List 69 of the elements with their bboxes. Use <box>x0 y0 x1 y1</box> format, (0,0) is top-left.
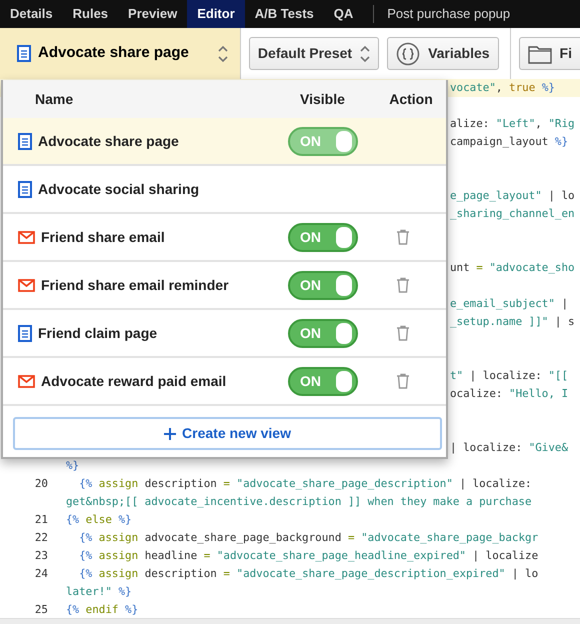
code-line: vocate", true %} <box>450 81 555 94</box>
code-line: later!" %} <box>66 585 132 598</box>
view-list-item[interactable]: Friend share email reminder ON <box>3 262 446 310</box>
column-header: Action <box>389 90 433 108</box>
create-view-button[interactable]: Create new view <box>13 417 442 450</box>
page-icon <box>17 45 31 62</box>
envelope-icon <box>18 230 35 244</box>
line-number: 21 <box>34 512 48 528</box>
code-line: {% assign description = "advocate_share_page_description_expired" | lo <box>78 567 538 580</box>
line-number: 22 <box>34 530 48 546</box>
code-line: {% else %} <box>66 513 132 526</box>
trash-icon[interactable] <box>396 229 410 245</box>
code-line: alize: "Left", "Rig <box>450 117 575 130</box>
code-line: get&nbsp;[[ advocate_incentive.description ]] when they make a purchase <box>66 495 532 508</box>
code-line: t" | localize: "[[ <box>450 369 568 382</box>
variables-button[interactable]: Variables <box>387 37 499 70</box>
code-line: {% assign headline = "advocate_share_page_headline_expired" | localize <box>78 549 538 562</box>
code-line: ocalize: "Hello, I <box>450 387 568 400</box>
trash-icon[interactable] <box>396 325 410 341</box>
trash-icon[interactable] <box>396 373 410 389</box>
line-number: 24 <box>34 566 48 582</box>
code-line: e_email_subject" | <box>450 297 568 310</box>
plus-icon <box>164 428 176 440</box>
code-line: {% assign advocate_share_page_background = "advocate_share_page_backgr <box>78 531 538 544</box>
code-line: _setup.name ]]" | s <box>450 315 575 328</box>
sort-caret-icon <box>218 44 228 62</box>
code-line: {% assign description = "advocate_share_page_description" | localize: <box>78 477 532 490</box>
sort-caret-icon <box>360 44 370 62</box>
files-button[interactable]: Fi <box>518 37 580 70</box>
envelope-icon <box>18 278 35 292</box>
view-list-item[interactable]: Advocate reward paid email ON <box>3 358 446 406</box>
view-name: Advocate social sharing <box>38 180 200 199</box>
code-line: %} <box>66 459 80 472</box>
view-name: Advocate reward paid email <box>41 372 226 391</box>
nav-tab[interactable]: Editor <box>187 0 245 28</box>
nav-tab[interactable]: A/B Tests <box>244 0 324 28</box>
code-line: | localize: "Give& <box>450 441 568 454</box>
line-number: 20 <box>34 476 48 492</box>
view-name: Friend claim page <box>38 324 158 343</box>
nav-tab[interactable]: Rules <box>62 0 118 28</box>
nav-tab[interactable]: QA <box>324 0 364 28</box>
column-header: Visible <box>300 90 345 106</box>
view-list-item[interactable]: Friend claim page ON <box>3 310 446 358</box>
page-icon <box>18 180 32 198</box>
envelope-icon <box>18 374 35 388</box>
code-line: {% endif %} <box>66 603 138 616</box>
nav-tab[interactable]: Details <box>0 0 63 28</box>
trash-icon[interactable] <box>396 277 410 293</box>
view-selector[interactable]: Advocate share page <box>0 28 241 80</box>
code-line: _sharing_channel_en <box>450 207 575 220</box>
page-title: Post purchase popup <box>387 5 510 24</box>
column-header: Name <box>35 90 74 108</box>
line-number: 23 <box>34 548 48 564</box>
view-name: Friend share email reminder <box>41 276 229 294</box>
view-list-item[interactable]: Friend share email ON <box>3 214 446 262</box>
line-number: 25 <box>34 602 48 618</box>
braces-icon <box>396 42 420 66</box>
preset-dropdown[interactable]: Default Preset <box>248 37 380 70</box>
page-icon <box>18 132 32 150</box>
view-name: Friend share email <box>41 228 165 246</box>
nav-tab[interactable]: Preview <box>118 0 188 28</box>
code-line: unt = "advocate_sho <box>450 261 575 274</box>
folder-icon <box>528 44 552 64</box>
view-name: Advocate share page <box>38 132 179 151</box>
page-icon <box>18 324 32 342</box>
horizontal-scrollbar[interactable] <box>0 618 580 624</box>
code-line: e_page_layout" | lo <box>450 189 575 202</box>
view-list-item[interactable]: Advocate social sharing <box>3 166 446 214</box>
code-line: campaign_layout %} <box>450 135 568 148</box>
